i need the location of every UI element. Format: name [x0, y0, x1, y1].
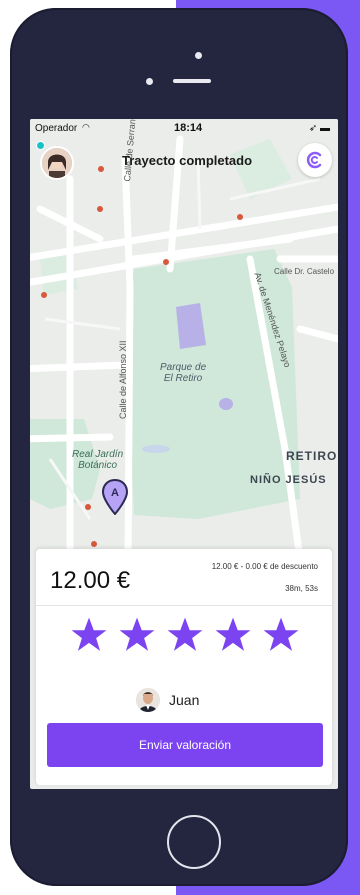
star-rating[interactable]	[70, 615, 300, 659]
district-label-nino-jesus: NIÑO JESÚS	[250, 474, 327, 486]
status-time: 18:14	[174, 122, 203, 134]
fare-amount: 12.00 €	[50, 567, 131, 594]
street-label-dr-castelo: Calle Dr. Castelo	[274, 267, 335, 276]
star-icon[interactable]	[70, 615, 108, 655]
battery-icon: ➶ ▬	[308, 123, 330, 134]
park-label: Parque de El Retiro	[160, 362, 207, 384]
front-camera	[195, 52, 202, 59]
app-screen: Calle de Serrano Calle de Alfonso XII Ca…	[30, 119, 338, 789]
app-logo-icon	[306, 151, 322, 169]
map-view[interactable]	[30, 119, 338, 559]
user-avatar[interactable]	[40, 146, 74, 180]
star-icon[interactable]	[262, 615, 300, 655]
star-icon[interactable]	[118, 615, 156, 655]
online-indicator	[36, 141, 45, 150]
street-label-alfonso-xii: Calle de Alfonso XII	[118, 340, 128, 419]
star-icon[interactable]	[166, 615, 204, 655]
status-bar: Operador ◠ 18:14 ➶ ▬	[30, 119, 338, 139]
trip-duration: 38m, 53s	[285, 584, 318, 593]
sensor-dot	[146, 78, 153, 85]
pin-label: A	[111, 487, 119, 499]
home-button[interactable]	[167, 815, 221, 869]
app-logo-button[interactable]	[298, 143, 332, 177]
page-title: Trayecto completado	[122, 153, 253, 168]
location-pin-icon[interactable]: A	[102, 479, 128, 515]
star-icon[interactable]	[214, 615, 252, 655]
carrier-label: Operador	[35, 123, 78, 134]
garden-label: Real Jardín Botánico	[72, 449, 124, 471]
wifi-icon: ◠	[82, 122, 90, 132]
fare-row: 12.00 € 12.00 € - 0.00 € de descuento 38…	[36, 549, 332, 606]
district-label-retiro: RETIRO	[286, 449, 338, 463]
driver-info: Juan	[136, 685, 199, 715]
driver-avatar	[136, 688, 160, 712]
rating-panel: 12.00 € 12.00 € - 0.00 € de descuento 38…	[36, 549, 332, 785]
submit-rating-button[interactable]: Enviar valoración	[47, 723, 323, 767]
fare-discount-detail: 12.00 € - 0.00 € de descuento	[211, 562, 318, 571]
earpiece-speaker	[173, 79, 211, 83]
driver-name: Juan	[169, 692, 200, 708]
